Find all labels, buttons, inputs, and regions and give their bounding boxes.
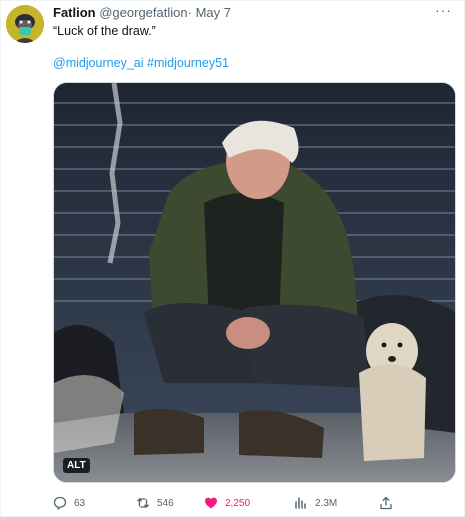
- reply-count: 63: [74, 497, 86, 509]
- alt-badge[interactable]: ALT: [63, 458, 90, 473]
- more-icon[interactable]: ···: [435, 3, 452, 17]
- like-count: 2,250: [225, 497, 251, 509]
- avatar[interactable]: [6, 5, 44, 43]
- tweet-date[interactable]: May 7: [196, 5, 231, 20]
- heart-icon: [204, 496, 218, 510]
- avatar-icon: [6, 5, 44, 43]
- retweet-count: 546: [157, 497, 174, 509]
- reply-icon: [53, 496, 67, 510]
- views-count: 2.3M: [315, 497, 338, 509]
- display-name[interactable]: Fatlion: [53, 5, 96, 20]
- mention-link[interactable]: @midjourney_ai: [53, 56, 144, 70]
- views-button[interactable]: 2.3M: [294, 494, 337, 512]
- tweet-image[interactable]: ALT: [53, 82, 456, 483]
- action-bar: 63 546 2,250 2.3M: [53, 494, 393, 512]
- user-handle[interactable]: @georgefatlion: [99, 5, 187, 20]
- tweet-header: Fatlion @georgefatlion· May 7: [53, 5, 231, 21]
- photo-man-with-dog: [54, 83, 455, 482]
- share-icon: [379, 496, 393, 510]
- views-icon: [294, 496, 308, 510]
- tweet-text: “Luck of the draw.”: [53, 24, 156, 38]
- tweet-mentions: @midjourney_ai #midjourney51: [53, 55, 229, 71]
- separator-dot: ·: [187, 5, 192, 20]
- hashtag-link[interactable]: #midjourney51: [147, 56, 229, 70]
- retweet-button[interactable]: 546: [136, 494, 174, 512]
- share-button[interactable]: [379, 494, 400, 512]
- like-button[interactable]: 2,250: [204, 494, 250, 512]
- retweet-icon: [136, 496, 150, 510]
- tweet-card[interactable]: Fatlion @georgefatlion· May 7 ··· “Luck …: [0, 0, 465, 517]
- reply-button[interactable]: 63: [53, 494, 85, 512]
